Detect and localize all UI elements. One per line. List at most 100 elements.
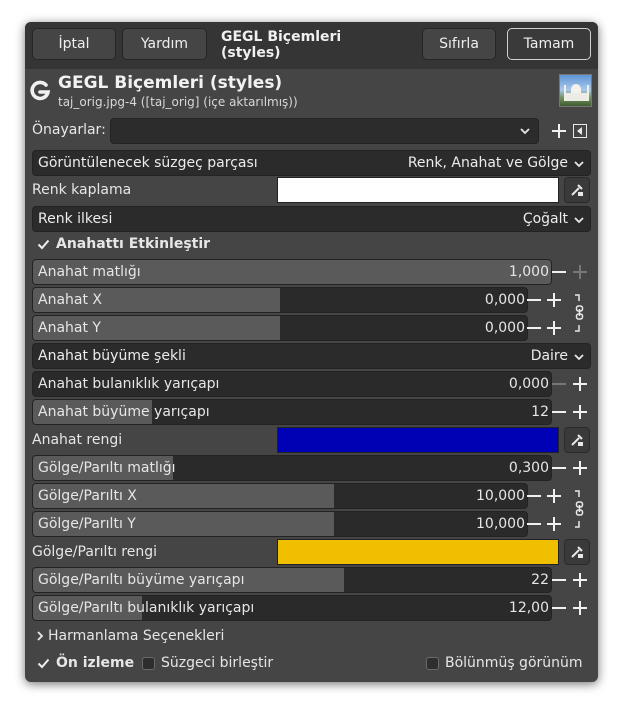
outline-blur-value: 0,000 (508, 376, 549, 392)
shadow-y-spin[interactable]: Gölge/Parıltı Y 10,000 (32, 511, 528, 537)
outline-x-decrease[interactable] (527, 299, 541, 301)
blend-mode-value: Çoğalt (522, 211, 568, 227)
color-overlay-label: Renk kaplama (32, 182, 132, 198)
reset-button[interactable]: Sıfırla (422, 28, 496, 60)
add-preset-icon[interactable] (552, 124, 566, 138)
shadow-color-swatch[interactable] (277, 539, 559, 565)
shadow-y-value: 10,000 (476, 516, 525, 532)
ok-button[interactable]: Tamam (507, 28, 591, 60)
shadow-opacity-label: Gölge/Parıltı matlığı (38, 460, 176, 476)
filter-part-value: Renk, Anahat ve Gölge (407, 155, 568, 171)
shadow-x-increase[interactable] (547, 489, 561, 503)
outline-blur-spin[interactable]: Anahat bulanıklık yarıçapı 0,000 (32, 371, 552, 397)
outline-grow-spin[interactable]: Anahat büyüme yarıçapı 12 (32, 399, 552, 425)
blending-options-expander[interactable]: Harmanlama Seçenekleri (48, 628, 224, 644)
header-bar: İptal Yardım GEGL Biçemleri (styles) Sıf… (25, 22, 598, 69)
color-picker-icon (571, 184, 583, 196)
outline-y-spin[interactable]: Anahat Y 0,000 (32, 315, 528, 341)
filter-header: GEGL Biçemleri (styles) taj_orig.jpg-4 (… (25, 69, 598, 117)
gegl-styles-dialog: İptal Yardım GEGL Biçemleri (styles) Sıf… (25, 22, 598, 682)
preview-checkbox[interactable] (37, 657, 50, 670)
outline-blur-label: Anahat bulanıklık yarıçapı (38, 376, 220, 392)
filter-part-label: Görüntülenecek süzgeç parçası (38, 155, 258, 171)
color-picker-icon (571, 434, 583, 446)
shadow-opacity-value: 0,300 (508, 460, 549, 476)
chevron-down-icon (574, 354, 584, 361)
help-button[interactable]: Yardım (122, 28, 207, 60)
color-overlay-picker-button[interactable] (564, 177, 590, 203)
image-thumbnail (559, 74, 592, 107)
outline-opacity-increase[interactable] (573, 265, 587, 279)
outline-color-swatch[interactable] (277, 427, 559, 453)
outline-opacity-decrease[interactable] (552, 271, 566, 273)
shadow-y-decrease[interactable] (527, 523, 541, 525)
filter-part-combo[interactable]: Görüntülenecek süzgeç parçası Renk, Anah… (32, 150, 591, 176)
outline-grow-increase[interactable] (573, 405, 587, 419)
shadow-grow-spin[interactable]: Gölge/Parıltı büyüme yarıçapı 22 (32, 567, 552, 593)
outline-y-increase[interactable] (547, 321, 561, 335)
shadow-x-decrease[interactable] (527, 495, 541, 497)
outline-grow-label: Anahat büyüme yarıçapı (38, 404, 210, 420)
shadow-blur-label: Gölge/Parıltı bulanıklık yarıçapı (38, 600, 255, 616)
presets-combo[interactable] (110, 118, 539, 144)
outline-x-spin[interactable]: Anahat X 0,000 (32, 287, 528, 313)
outline-opacity-label: Anahat matlığı (38, 264, 141, 280)
preset-menu-icon[interactable] (573, 124, 587, 138)
outline-x-increase[interactable] (547, 293, 561, 307)
blend-mode-combo[interactable]: Renk ilkesi Çoğalt (32, 206, 591, 232)
outline-y-value: 0,000 (484, 320, 525, 336)
presets-label: Önayarlar: (32, 122, 106, 138)
shadow-opacity-increase[interactable] (573, 461, 587, 475)
shadow-grow-value: 22 (531, 572, 549, 588)
outline-opacity-spin[interactable]: Anahat matlığı 1,000 (32, 259, 552, 285)
outline-grow-decrease[interactable] (552, 411, 566, 413)
shadow-blur-spin[interactable]: Gölge/Parıltı bulanıklık yarıçapı 12,00 (32, 595, 552, 621)
enable-outline-checkbox[interactable] (37, 238, 50, 251)
shadow-grow-increase[interactable] (573, 573, 587, 587)
chevron-right-icon[interactable] (36, 631, 44, 641)
shadow-blur-value: 12,00 (508, 600, 549, 616)
shadow-opacity-spin[interactable]: Gölge/Parıltı matlığı 0,300 (32, 455, 552, 481)
shadow-grow-label: Gölge/Parıltı büyüme yarıçapı (38, 572, 245, 588)
chevron-down-icon (520, 128, 530, 135)
chain-link-icon[interactable] (573, 489, 587, 529)
shadow-blur-decrease[interactable] (552, 607, 566, 609)
grow-shape-combo[interactable]: Anahat büyüme şekli Daire (32, 343, 591, 369)
outline-blur-increase[interactable] (573, 377, 587, 391)
shadow-opacity-decrease[interactable] (552, 467, 566, 469)
outline-color-label: Anahat rengi (32, 432, 123, 448)
shadow-blur-increase[interactable] (573, 601, 587, 615)
merge-filter-label: Süzgeci birleştir (161, 655, 274, 671)
gegl-logo-icon (30, 80, 51, 101)
image-name: taj_orig.jpg-4 ([taj_orig] (içe aktarılm… (58, 95, 298, 109)
outline-blur-decrease[interactable] (552, 383, 566, 385)
chevron-down-icon (574, 217, 584, 224)
blend-mode-label: Renk ilkesi (38, 211, 113, 227)
preview-label: Ön izleme (56, 655, 135, 671)
shadow-grow-decrease[interactable] (552, 579, 566, 581)
outline-color-picker-button[interactable] (564, 427, 590, 453)
chain-link-icon[interactable] (573, 293, 587, 333)
dialog-title: GEGL Biçemleri (styles) (221, 29, 342, 61)
filter-title: GEGL Biçemleri (styles) (58, 73, 283, 93)
outline-grow-value: 12 (531, 404, 549, 420)
outline-x-value: 0,000 (484, 292, 525, 308)
color-overlay-swatch[interactable] (277, 177, 559, 203)
shadow-x-spin[interactable]: Gölge/Parıltı X 10,000 (32, 483, 528, 509)
shadow-x-label: Gölge/Parıltı X (38, 488, 137, 504)
shadow-color-picker-button[interactable] (564, 539, 590, 565)
shadow-color-label: Gölge/Parıltı rengi (32, 544, 157, 560)
grow-shape-value: Daire (530, 348, 568, 364)
grow-shape-label: Anahat büyüme şekli (38, 348, 186, 364)
enable-outline-label: Anahattı Etkinleştir (56, 236, 211, 252)
split-view-checkbox[interactable] (426, 657, 439, 670)
shadow-y-increase[interactable] (547, 517, 561, 531)
outline-y-decrease[interactable] (527, 327, 541, 329)
outline-x-label: Anahat X (38, 292, 103, 308)
shadow-x-value: 10,000 (476, 488, 525, 504)
shadow-y-label: Gölge/Parıltı Y (38, 516, 136, 532)
outline-y-label: Anahat Y (38, 320, 101, 336)
merge-filter-checkbox[interactable] (142, 657, 155, 670)
color-picker-icon (571, 546, 583, 558)
cancel-button[interactable]: İptal (32, 28, 116, 60)
